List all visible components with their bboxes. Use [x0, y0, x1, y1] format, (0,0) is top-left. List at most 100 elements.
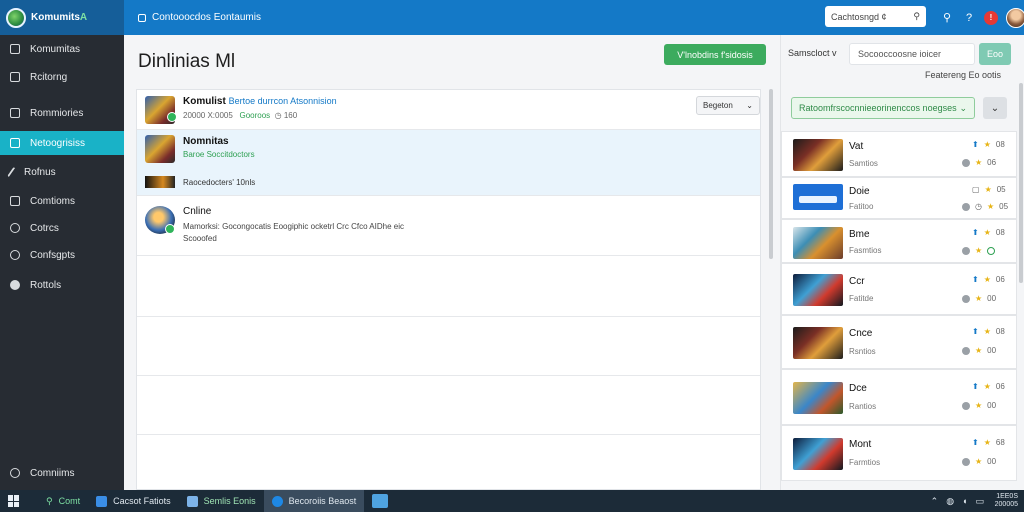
feed-scrollbar[interactable]: [769, 89, 773, 259]
list-card[interactable]: Dce Rantios ⬆ ★ 06 ★ 00: [781, 369, 1017, 425]
feed-post[interactable]: Komulist Bertoe durrcon Atsonnision 2000…: [137, 90, 760, 130]
card-stats: ★ 00: [962, 457, 996, 466]
card-thumbnail: [793, 274, 843, 306]
post-options-dropdown[interactable]: Begeton ⌄: [696, 96, 760, 115]
taskbar-item-folder[interactable]: Cacsot Fatiots: [88, 490, 179, 512]
windows-start-icon[interactable]: [8, 495, 20, 507]
brand[interactable]: KomumitsA: [0, 0, 124, 35]
post-body: Mamorksi: Gocongocatis Eoogiphic ocketrl…: [183, 222, 404, 231]
right-search-input[interactable]: Socooccoosne ioicer: [849, 43, 975, 65]
card-sub: Fatitde: [849, 294, 874, 303]
card-thumbnail: [793, 139, 843, 171]
sort-dropdown[interactable]: Samscloct v: [788, 48, 837, 58]
circle-icon: [10, 223, 20, 233]
taskbar-item-app[interactable]: Semlis Eonis: [179, 490, 264, 512]
pin-icon: ⬆: [972, 327, 979, 336]
taskbar-clock[interactable]: 1EE0S 200005: [995, 493, 1018, 509]
post-title: Komulist Bertoe durrcon Atsonnision: [183, 96, 337, 107]
collapse-button[interactable]: ⌄: [983, 97, 1007, 119]
post-title: Cnline: [183, 206, 212, 217]
sidebar-item-comtioms[interactable]: Comtioms: [0, 189, 124, 213]
sidebar-item-rofnus[interactable]: Rofnus: [0, 160, 124, 184]
pen-icon: [7, 166, 17, 178]
verified-icon: [167, 112, 177, 122]
network-icon[interactable]: ◍: [946, 496, 954, 507]
row-divider: [137, 316, 760, 317]
list-card[interactable]: Ccr Fatitde ⬆ ★ 06 ★ 00: [781, 263, 1017, 315]
card-thumbnail: [793, 184, 843, 210]
feed-post-selected[interactable]: Nomnitas Baroe Soccitdoctors Raocedocter…: [137, 130, 760, 196]
square-icon: [10, 44, 20, 54]
right-scrollbar[interactable]: [1019, 83, 1023, 283]
card-thumbnail: [793, 382, 843, 414]
filter-select[interactable]: Ratoomfrscocnnieeorinenccos noegses ⌄: [791, 97, 975, 119]
coin-icon: [962, 202, 970, 211]
card-name: Dce: [849, 383, 867, 394]
top-page-title: Contooocdos Eontaumis: [138, 12, 261, 23]
sidebar-item-rcitorng[interactable]: Rcitorng: [0, 65, 124, 89]
card-stats: ◷ ★ 05: [962, 202, 1008, 211]
card-thumbnail: [793, 327, 843, 359]
chevron-down-icon: v: [832, 48, 837, 58]
pin-icon: ⬆: [972, 228, 979, 237]
pin-icon: ⬆: [972, 438, 979, 447]
sidebar-item-confsgpts[interactable]: Confsgpts: [0, 243, 124, 267]
volume-icon[interactable]: ◖: [962, 496, 967, 506]
card-stats: ★: [962, 246, 996, 255]
top-search-input[interactable]: Cachtosngd ¢ ⚲: [825, 6, 926, 27]
sidebar-item-rottols[interactable]: Rottols: [0, 273, 124, 297]
search-icon[interactable]: ⚲: [913, 11, 920, 22]
list-card[interactable]: Doie Fatitoo ▢ ★ 05 ◷ ★ 05: [781, 177, 1017, 219]
list-card[interactable]: Cnce Rsntios ⬆ ★ 08 ★ 00: [781, 315, 1017, 369]
chevron-down-icon: ⌄: [959, 102, 967, 113]
card-name: Cnce: [849, 328, 873, 339]
clock-icon: ◷: [274, 111, 282, 120]
ring-icon: [987, 246, 996, 255]
card-name: Ccr: [849, 276, 865, 287]
sidebar-item-cotrcs[interactable]: Cotrcs: [0, 216, 124, 240]
coin-icon: [962, 158, 970, 167]
sidebar-item-netoogrisiss[interactable]: Netoogrisiss: [0, 131, 130, 155]
battery-icon[interactable]: ▭: [975, 496, 984, 507]
top-bar: KomumitsA Contooocdos Eontaumis Cachtosn…: [0, 0, 1024, 35]
star-icon: ★: [986, 202, 995, 211]
sidebar-footer-item[interactable]: Comniims: [0, 461, 124, 485]
star-icon: ★: [975, 401, 983, 410]
system-tray: ⌃ ◍ ◖ ▭: [931, 490, 984, 512]
coin-icon: [962, 346, 970, 355]
card-stats: ⬆ ★ 08: [972, 140, 1005, 149]
star-icon: ★: [975, 294, 983, 303]
taskbar-item-search[interactable]: ⚲ Comt: [38, 490, 88, 512]
right-search-button[interactable]: Eoo: [979, 43, 1011, 65]
notification-icon[interactable]: !: [984, 10, 998, 25]
card-sub: Fatitoo: [849, 202, 874, 211]
sidebar-item-komumitas[interactable]: Komumitas: [0, 37, 124, 61]
feed-post[interactable]: Cnline Mamorksi: Gocongocatis Eoogiphic …: [137, 196, 760, 256]
coin-icon: [962, 246, 970, 255]
card-name: Bme: [849, 229, 870, 240]
star-icon: ★: [975, 246, 983, 255]
sidebar-item-rommiories[interactable]: Rommiories: [0, 101, 124, 125]
row-divider: [137, 375, 760, 376]
star-icon: ★: [975, 346, 983, 355]
help-icon[interactable]: ?: [962, 11, 976, 25]
star-icon: ★: [983, 228, 991, 237]
post-meta: 20000 X:0005 Gooroos ◷ 160: [183, 111, 298, 120]
user-avatar[interactable]: [1006, 7, 1024, 28]
taskbar-item-browser[interactable]: Becoroiis Beaost: [263, 490, 365, 512]
post-attachment-thumbnail[interactable]: [145, 176, 175, 188]
star-icon: ★: [984, 185, 992, 194]
feed-list: Komulist Bertoe durrcon Atsonnision 2000…: [136, 89, 761, 490]
post-title-link[interactable]: Bertoe durrcon Atsonnision: [229, 96, 337, 106]
brand-name: KomumitsA: [31, 12, 88, 23]
right-panel: Samscloct v Socooccoosne ioicer Eoo Feat…: [780, 35, 1024, 490]
list-card[interactable]: Bme Fasmtios ⬆ ★ 08 ★: [781, 219, 1017, 263]
square-icon: [10, 196, 20, 206]
chevron-up-icon[interactable]: ⌃: [931, 496, 939, 507]
primary-action-button[interactable]: V'lnobdins f'sidosis: [664, 44, 766, 65]
search-icon[interactable]: ⚲: [940, 11, 954, 25]
list-card[interactable]: Vat Samtios ⬆ ★ 08 ★ 06: [781, 131, 1017, 177]
page-title: Dinlinias Ml: [138, 51, 236, 72]
list-card[interactable]: Mont Farmtios ⬆ ★ 68 ★ 00: [781, 425, 1017, 481]
taskbar-item-pinned[interactable]: [364, 490, 396, 512]
